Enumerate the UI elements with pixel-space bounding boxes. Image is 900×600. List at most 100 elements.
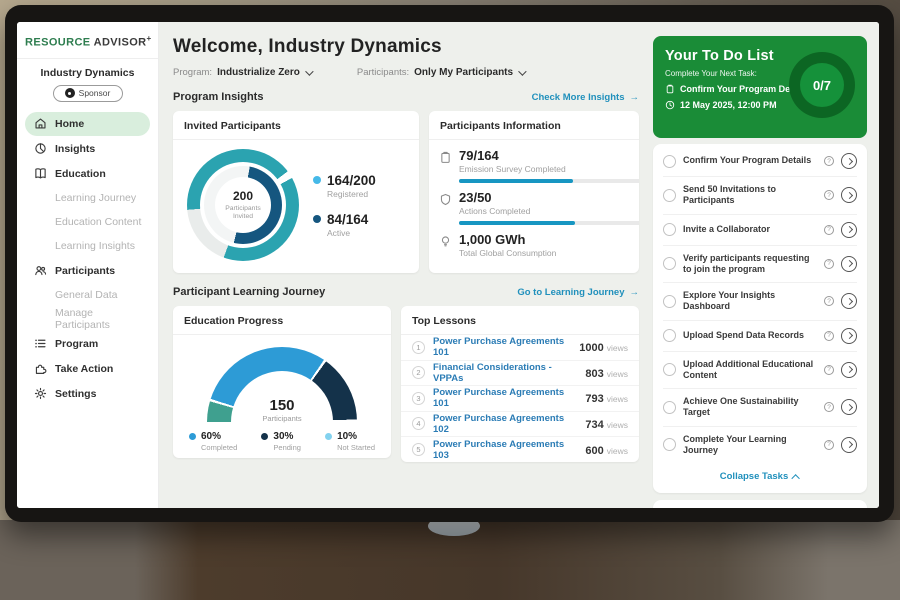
org-name: Industry Dynamics — [25, 67, 150, 79]
task-label: Send 50 Invitations to Participants — [683, 184, 817, 207]
sidebar-item-education[interactable]: Education — [25, 162, 150, 186]
task-label: Invite a Collaborator — [683, 224, 817, 235]
consumption-value: 1,000 GWh — [459, 232, 556, 247]
arrow-right-icon: → — [630, 287, 640, 298]
badge-icon — [439, 193, 452, 206]
lesson-row: 5 Power Purchase Agreements 103 600views — [401, 437, 639, 462]
app-window: RESOURCE ADVISOR+ Industry Dynamics Spon… — [17, 22, 879, 508]
check-more-insights-link[interactable]: Check More Insights → — [532, 92, 639, 103]
todo-list-card: Confirm Your Program Details ? Send 50 I… — [653, 144, 867, 493]
task-label: Upload Additional Educational Content — [683, 359, 817, 382]
task-chevron-button[interactable] — [841, 399, 857, 415]
help-icon[interactable]: ? — [824, 402, 834, 412]
views-suffix: views — [607, 446, 628, 456]
legend-completed: 60% Completed — [189, 431, 237, 452]
sidebar-item-take-action[interactable]: Take Action — [25, 357, 150, 381]
divider — [17, 58, 158, 59]
program-dropdown[interactable]: Program: Industrialize Zero — [173, 67, 311, 78]
todo-panel: Your To Do List Complete Your Next Task:… — [651, 22, 879, 508]
recent-news-card: Recent News — [653, 500, 867, 508]
lesson-row: 1 Power Purchase Agreements 101 1000view… — [401, 335, 639, 361]
sidebar-item-label: Education — [55, 168, 106, 180]
sidebar-item-learning-insights[interactable]: Learning Insights — [25, 235, 150, 258]
settings-icon — [33, 387, 47, 401]
filter-bar: Program: Industrialize Zero Participants… — [173, 67, 639, 78]
sponsor-badge[interactable]: Sponsor — [53, 85, 123, 102]
sidebar-item-settings[interactable]: Settings — [25, 382, 150, 406]
not-started-pct: 10% — [337, 431, 375, 442]
help-icon[interactable]: ? — [824, 190, 834, 200]
chevron-up-icon — [792, 474, 800, 482]
lesson-link[interactable]: Power Purchase Agreements 101 — [433, 387, 577, 409]
help-icon[interactable]: ? — [824, 365, 834, 375]
views-suffix: views — [607, 420, 628, 430]
task-checkbox[interactable] — [663, 189, 676, 202]
task-checkbox[interactable] — [663, 363, 676, 376]
active-label: Active — [327, 228, 368, 238]
task-checkbox[interactable] — [663, 155, 676, 168]
learning-journey-header: Participant Learning Journey Go to Learn… — [173, 286, 639, 298]
views-suffix: views — [607, 343, 628, 353]
monitor-bezel: RESOURCE ADVISOR+ Industry Dynamics Spon… — [5, 5, 894, 522]
lesson-link[interactable]: Power Purchase Agreements 103 — [433, 439, 577, 461]
home-icon — [33, 117, 47, 131]
task-icon — [665, 84, 675, 94]
lesson-row: 3 Power Purchase Agreements 101 793views — [401, 386, 639, 412]
sidebar-item-insights[interactable]: Insights — [25, 137, 150, 161]
task-checkbox[interactable] — [663, 295, 676, 308]
legend-registered: 164/200 Registered — [313, 173, 376, 199]
participants-dropdown[interactable]: Participants: Only My Participants — [357, 67, 524, 78]
sidebar-item-participants[interactable]: Participants — [25, 259, 150, 283]
sidebar-item-home[interactable]: Home — [25, 112, 150, 136]
lesson-link[interactable]: Power Purchase Agreements 102 — [433, 413, 577, 435]
help-icon[interactable]: ? — [824, 331, 834, 341]
help-icon[interactable]: ? — [824, 296, 834, 306]
collapse-tasks-link[interactable]: Collapse Tasks — [663, 463, 857, 491]
task-row: Explore Your Insights Dashboard ? — [663, 283, 857, 321]
legend-not-started: 10% Not Started — [325, 431, 375, 452]
collapse-tasks-label: Collapse Tasks — [720, 471, 788, 482]
app-logo: RESOURCE ADVISOR+ — [25, 34, 150, 49]
sidebar-item-general-data[interactable]: General Data — [25, 284, 150, 307]
emission-survey-value: 79/164 — [459, 148, 639, 163]
go-to-learning-journey-link[interactable]: Go to Learning Journey → — [517, 287, 639, 298]
task-chevron-button[interactable] — [841, 256, 857, 272]
help-icon[interactable]: ? — [824, 225, 834, 235]
gauge-participants-count: 150 — [207, 397, 357, 414]
help-icon[interactable]: ? — [824, 259, 834, 269]
participants-invited-count: 200 — [233, 189, 253, 203]
help-icon[interactable]: ? — [824, 440, 834, 450]
task-chevron-button[interactable] — [841, 328, 857, 344]
sidebar-item-program[interactable]: Program — [25, 332, 150, 356]
program-icon — [33, 337, 47, 351]
logo-text-primary: RESOURCE — [25, 37, 91, 49]
lesson-link[interactable]: Power Purchase Agreements 101 — [433, 336, 571, 358]
task-chevron-button[interactable] — [841, 187, 857, 203]
sidebar-item-label: Program — [55, 338, 98, 350]
task-row: Send 50 Invitations to Participants ? — [663, 177, 857, 215]
task-label: Achieve One Sustainability Target — [683, 396, 817, 419]
task-checkbox[interactable] — [663, 438, 676, 451]
legend-pending: 30% Pending — [261, 431, 301, 452]
task-row: Achieve One Sustainability Target ? — [663, 389, 857, 427]
task-chevron-button[interactable] — [841, 153, 857, 169]
sidebar-item-education-content[interactable]: Education Content — [25, 211, 150, 234]
program-dropdown-label: Program: — [173, 67, 212, 78]
task-checkbox[interactable] — [663, 401, 676, 414]
top-lessons-card: Top Lessons 1 Power Purchase Agreements … — [401, 306, 639, 462]
sidebar-item-manage-participants[interactable]: Manage Participants — [25, 308, 150, 331]
task-checkbox[interactable] — [663, 329, 676, 342]
task-chevron-button[interactable] — [841, 362, 857, 378]
lesson-link[interactable]: Financial Considerations - VPPAs — [433, 362, 577, 384]
lesson-views: 793 — [585, 393, 603, 405]
task-checkbox[interactable] — [663, 257, 676, 270]
progress-bar — [459, 221, 639, 225]
task-checkbox[interactable] — [663, 223, 676, 236]
sidebar-item-label: Participants — [55, 265, 115, 277]
task-chevron-button[interactable] — [841, 437, 857, 453]
sidebar-item-learning-journey[interactable]: Learning Journey — [25, 187, 150, 210]
task-chevron-button[interactable] — [841, 222, 857, 238]
task-chevron-button[interactable] — [841, 293, 857, 309]
help-icon[interactable]: ? — [824, 156, 834, 166]
sidebar: RESOURCE ADVISOR+ Industry Dynamics Spon… — [17, 22, 159, 508]
